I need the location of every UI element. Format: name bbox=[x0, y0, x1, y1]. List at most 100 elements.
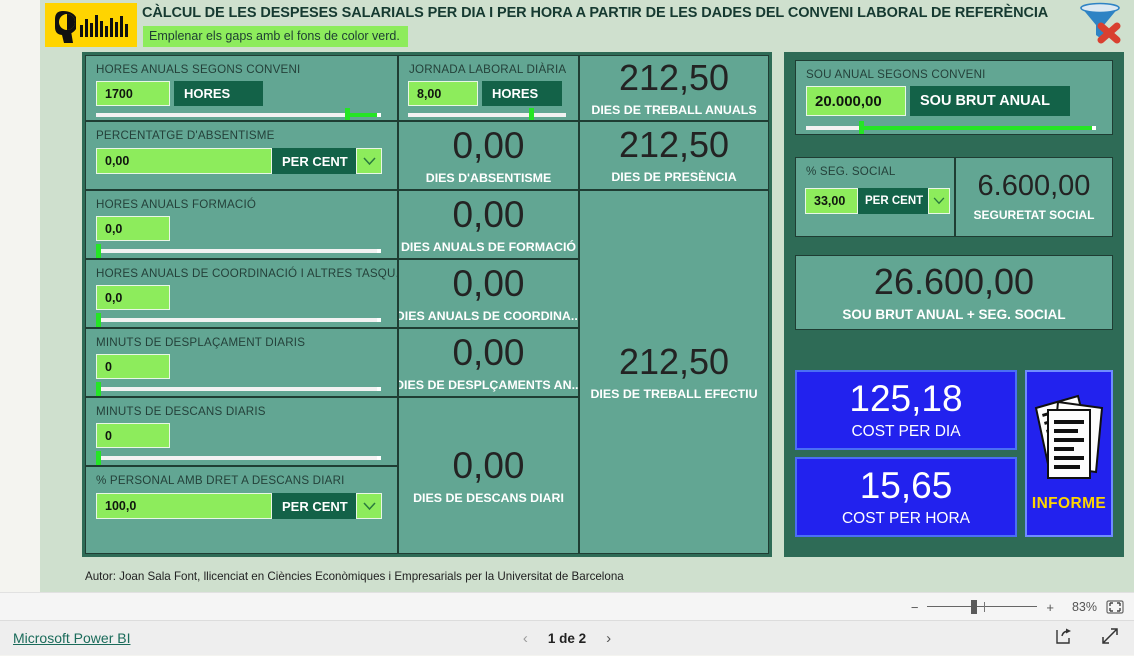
kpi-dies-absentisme: 0,00 DIES D'ABSENTISME bbox=[398, 121, 579, 190]
kpi-dies-efectiu-label: DIES DE TREBALL EFECTIU bbox=[590, 386, 758, 401]
sou-anual-input[interactable]: 20.000,00 bbox=[806, 86, 906, 116]
hores-anuals-slider[interactable] bbox=[96, 108, 381, 120]
pager: ‹ 1 de 2 › bbox=[0, 621, 1134, 656]
hores-anuals-unit: HORES bbox=[174, 81, 263, 106]
slider-knob[interactable] bbox=[96, 451, 101, 465]
hores-coordinacio-input[interactable]: 0,0 bbox=[96, 285, 170, 310]
personal-descans-dropdown-button[interactable] bbox=[356, 493, 382, 519]
share-icon[interactable] bbox=[1054, 627, 1074, 650]
kpi-dies-presencia-label: DIES DE PRESÈNCIA bbox=[611, 170, 737, 184]
page-indicator: 1 de 2 bbox=[547, 631, 587, 646]
kpi-dies-descans-label: DIES DE DESCANS DIARI bbox=[413, 490, 564, 505]
kpi-dies-treball: 212,50 DIES DE TREBALL ANUALS bbox=[579, 55, 769, 121]
jornada-diaria-slider[interactable] bbox=[408, 108, 566, 120]
card-jornada-label: JORNADA LABORAL DIÀRIA bbox=[409, 63, 567, 76]
minuts-desplacament-slider[interactable] bbox=[96, 382, 381, 396]
seg-social-pct-unit: PER CENT bbox=[858, 188, 928, 214]
kpi-sou-mes-ss-value: 26.600,00 bbox=[873, 260, 1035, 302]
kpi-sou-mes-ss: 26.600,00 SOU BRUT ANUAL + SEG. SOCIAL bbox=[795, 255, 1113, 330]
kpi-dies-presencia-value: 212,50 bbox=[618, 124, 730, 165]
seg-social-pct-input[interactable]: 33,00 bbox=[805, 188, 858, 214]
chevron-right-icon[interactable]: › bbox=[606, 630, 611, 647]
slider-endcap bbox=[377, 318, 381, 322]
card-hores-anuals: HORES ANUALS SEGONS CONVENI 1700 HORES bbox=[85, 55, 398, 121]
sou-anual-slider[interactable] bbox=[806, 121, 1096, 134]
slider-knob[interactable] bbox=[529, 108, 534, 120]
left-panel: HORES ANUALS SEGONS CONVENI 1700 HORES P… bbox=[82, 52, 772, 557]
zoom-in-button[interactable]: + bbox=[1046, 600, 1054, 615]
kpi-cost-per-hora-label: COST PER HORA bbox=[841, 509, 971, 527]
slider-knob[interactable] bbox=[345, 108, 350, 120]
informe-button[interactable]: INFORME bbox=[1025, 370, 1113, 537]
zoom-slider-knob[interactable] bbox=[971, 600, 978, 614]
kpi-dies-absentisme-value: 0,00 bbox=[452, 124, 525, 166]
informe-label: INFORME bbox=[1031, 495, 1107, 512]
slider-fill bbox=[347, 113, 381, 117]
kpi-sou-mes-ss-label: SOU BRUT ANUAL + SEG. SOCIAL bbox=[842, 306, 1066, 322]
absentisme-input[interactable]: 0,00 bbox=[96, 148, 272, 174]
card-minuts-descans: MINUTS DE DESCANS DIARIS 0 bbox=[85, 397, 398, 466]
zoom-out-button[interactable]: − bbox=[911, 600, 919, 615]
slider-fill bbox=[861, 126, 1096, 130]
kpi-seguretat-social-label: SEGURETAT SOCIAL bbox=[973, 208, 1095, 222]
chevron-left-icon[interactable]: ‹ bbox=[523, 630, 528, 647]
card-jornada-diaria: JORNADA LABORAL DIÀRIA 8,00 HORES bbox=[398, 55, 579, 121]
right-panel: SOU ANUAL SEGONS CONVENI 20.000,00 SOU B… bbox=[784, 52, 1124, 557]
hores-formacio-slider[interactable] bbox=[96, 244, 381, 258]
hores-anuals-input[interactable]: 1700 bbox=[96, 81, 170, 106]
megaphone-bar-chart-logo bbox=[45, 3, 137, 47]
card-absentisme-label: PERCENTATGE D'ABSENTISME bbox=[96, 129, 275, 142]
slider-endcap bbox=[377, 113, 381, 117]
minuts-descans-slider[interactable] bbox=[96, 451, 381, 465]
kpi-cost-per-hora-value: 15,65 bbox=[859, 464, 953, 506]
fit-to-page-icon[interactable] bbox=[1106, 600, 1124, 614]
hores-coordinacio-slider[interactable] bbox=[96, 313, 381, 327]
kpi-dies-coordinacio-value: 0,00 bbox=[452, 262, 525, 304]
kpi-cost-per-dia[interactable]: 125,18 COST PER DIA bbox=[795, 370, 1017, 450]
slider-knob[interactable] bbox=[96, 382, 101, 396]
kpi-dies-presencia: 212,50 DIES DE PRESÈNCIA bbox=[579, 121, 769, 190]
card-sou-anual-label: SOU ANUAL SEGONS CONVENI bbox=[806, 68, 986, 81]
card-percentatge-absentisme: PERCENTATGE D'ABSENTISME 0,00 PER CENT bbox=[85, 121, 398, 190]
absentisme-dropdown-button[interactable] bbox=[356, 148, 382, 174]
slider-endcap bbox=[377, 249, 381, 253]
zoom-slider[interactable] bbox=[927, 600, 1038, 614]
minuts-desplacament-input[interactable]: 0 bbox=[96, 354, 170, 379]
card-formacio-label: HORES ANUALS FORMACIÓ bbox=[96, 198, 257, 211]
status-bar-actions bbox=[1054, 621, 1120, 656]
status-bar: Microsoft Power BI ‹ 1 de 2 › bbox=[0, 620, 1134, 655]
fullscreen-icon[interactable] bbox=[1100, 626, 1120, 651]
slider-knob[interactable] bbox=[96, 313, 101, 327]
slider-knob[interactable] bbox=[859, 121, 864, 134]
card-hores-coordinacio: HORES ANUALS DE COORDINACIÓ I ALTRES TAS… bbox=[85, 259, 398, 328]
card-hores-formacio: HORES ANUALS FORMACIÓ 0,0 bbox=[85, 190, 398, 259]
sou-anual-unit: SOU BRUT ANUAL bbox=[910, 86, 1070, 116]
funnel-clear-filter-icon[interactable] bbox=[1075, 1, 1125, 47]
slider-track bbox=[96, 113, 381, 117]
report-canvas: CÀLCUL DE LES DESPESES SALARIALS PER DIA… bbox=[40, 0, 1134, 592]
kpi-dies-efectiu: 212,50 DIES DE TREBALL EFECTIU bbox=[579, 190, 769, 554]
seg-social-dropdown-button[interactable] bbox=[928, 188, 950, 214]
kpi-dies-desplacament-value: 0,00 bbox=[452, 331, 525, 373]
card-seg-social-pct-label: % SEG. SOCIAL bbox=[806, 165, 896, 178]
slider-track bbox=[96, 387, 381, 391]
slider-knob[interactable] bbox=[96, 244, 101, 258]
personal-descans-unit: PER CENT bbox=[272, 493, 356, 519]
kpi-dies-formacio: 0,00 DIES ANUALS DE FORMACIÓ bbox=[398, 190, 579, 259]
kpi-cost-per-hora[interactable]: 15,65 COST PER HORA bbox=[795, 457, 1017, 537]
kpi-dies-desplacament-label: DIES DE DESPLÇAMENTS AN... bbox=[398, 377, 579, 392]
report-header: CÀLCUL DE LES DESPESES SALARIALS PER DIA… bbox=[40, 0, 1134, 48]
jornada-diaria-input[interactable]: 8,00 bbox=[408, 81, 478, 106]
slider-endcap bbox=[377, 387, 381, 391]
personal-descans-input[interactable]: 100,0 bbox=[96, 493, 272, 519]
slider-track bbox=[96, 249, 381, 253]
hores-formacio-input[interactable]: 0,0 bbox=[96, 216, 170, 241]
zoom-bar: − + 83% bbox=[0, 592, 1134, 620]
card-seg-social-pct: % SEG. SOCIAL 33,00 PER CENT bbox=[795, 157, 955, 237]
page-title: CÀLCUL DE LES DESPESES SALARIALS PER DIA… bbox=[142, 5, 1049, 21]
chevron-down-icon bbox=[362, 501, 376, 510]
kpi-dies-formacio-value: 0,00 bbox=[452, 193, 525, 235]
kpi-dies-descans-value: 0,00 bbox=[452, 444, 525, 486]
minuts-descans-input[interactable]: 0 bbox=[96, 423, 170, 448]
zoom-controls: − + 83% bbox=[911, 593, 1124, 621]
